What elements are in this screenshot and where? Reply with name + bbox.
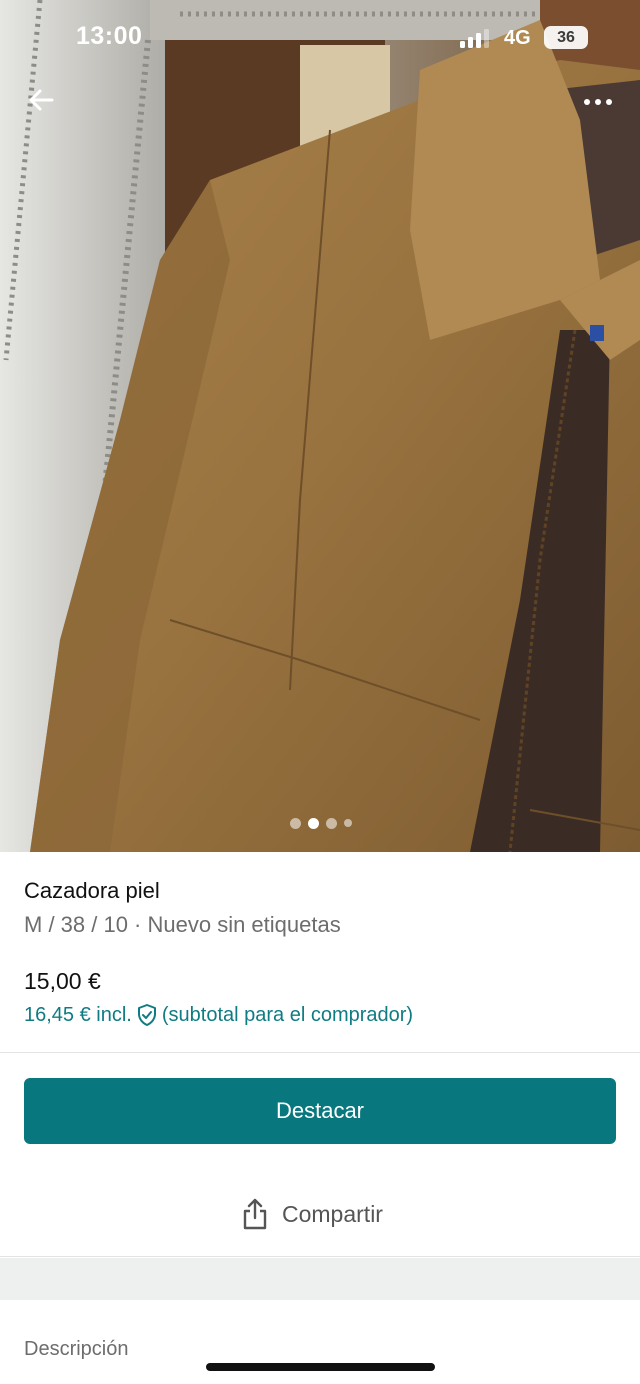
buyer-price-info[interactable]: 16,45 € incl. (subtotal para el comprado… — [24, 1003, 413, 1027]
more-horizontal-icon — [584, 99, 612, 105]
pagination-dot[interactable] — [326, 817, 337, 829]
product-price: 15,00 € — [24, 968, 101, 994]
product-photo[interactable]: 13:00 4G 36 — [0, 0, 640, 852]
cellular-signal-icon — [460, 28, 492, 48]
battery-indicator: 36 — [544, 26, 588, 49]
more-options-button[interactable] — [578, 88, 618, 116]
photo-image — [0, 0, 640, 852]
share-icon — [243, 1198, 267, 1230]
shield-check-icon — [137, 1004, 156, 1026]
pagination-dot[interactable] — [344, 819, 352, 827]
photo-pagination[interactable] — [290, 816, 352, 830]
divider — [0, 1256, 640, 1257]
status-time: 13:00 — [76, 22, 143, 50]
price-incl-note: (subtotal para el comprador) — [161, 1003, 414, 1026]
share-button[interactable]: Compartir — [240, 1190, 410, 1238]
price-incl-value: 16,45 € incl. — [24, 1003, 132, 1026]
divider — [0, 1052, 640, 1053]
home-indicator[interactable] — [206, 1363, 435, 1371]
product-title: Cazadora piel — [24, 878, 160, 903]
pagination-dot-active[interactable] — [308, 817, 319, 829]
status-bar: 13:00 4G 36 — [0, 0, 640, 80]
arrow-left-icon — [29, 89, 54, 111]
share-label: Compartir — [282, 1200, 383, 1227]
section-separator — [0, 1258, 640, 1300]
product-attributes: M / 38 / 10 · Nuevo sin etiquetas — [24, 912, 341, 937]
pagination-dot[interactable] — [290, 817, 301, 829]
promote-button[interactable]: Destacar — [24, 1078, 616, 1144]
back-button[interactable] — [24, 82, 60, 118]
network-type: 4G — [504, 27, 531, 49]
description-heading: Descripción — [24, 1338, 129, 1360]
